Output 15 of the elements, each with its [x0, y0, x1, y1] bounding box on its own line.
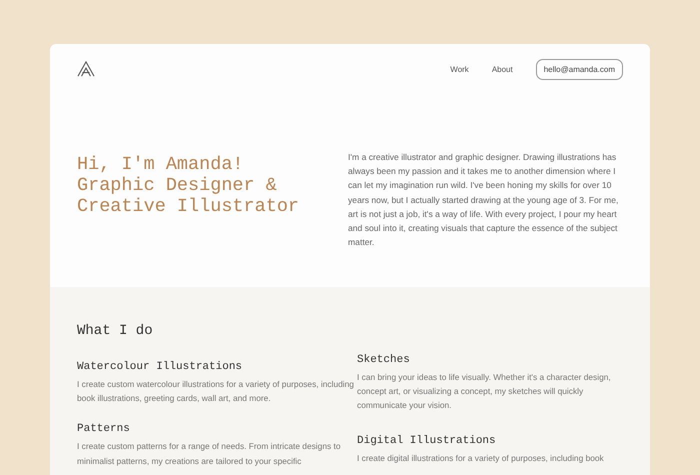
logo-icon[interactable]	[77, 61, 95, 77]
service-title: Sketches	[357, 354, 411, 366]
service-description: I can bring your ideas to life visually. Whether it's a character design, concept art, or visualizing a concept, my sketches will quickly communicate your vision.	[357, 371, 612, 412]
service-title: Patterns	[77, 423, 131, 436]
service-title: Watercolour Illustrations	[77, 361, 244, 373]
service-description: I create custom watercolour illustrations for a variety of purposes, including book illustrations, greeting cards, wall art, and more.	[77, 378, 355, 406]
section-title: What I do	[77, 323, 154, 339]
nav-link[interactable]: About	[492, 64, 513, 74]
service-title: Digital Illustrations	[357, 434, 497, 447]
service-description: I create digital illustrations for a variety of purposes, including book	[357, 452, 605, 465]
hero-title: Hi, I'm Amanda! Graphic Designer & Creative Illustrator	[77, 154, 300, 219]
bio-text: I'm a creative illustrator and graphic designer. Drawing illustrations has always been my passion and it takes me to another dimension where I can let my imagination run wild. I've been honing my skills for over 10 years now, but I actually started drawing at the young age of 3. For me, art is not just a job, it's a way of life. With every project, I pour my heart and soul into it, creating visuals that capture the essence of the subject matter.	[348, 151, 620, 250]
nav-link[interactable]: Work	[450, 64, 469, 74]
service-description: I create custom patterns for a range of needs. From intricate designs to minimalist patterns, my creations are tailored to your specific	[77, 440, 342, 468]
email-button[interactable]: hello@amanda.com	[536, 58, 623, 80]
